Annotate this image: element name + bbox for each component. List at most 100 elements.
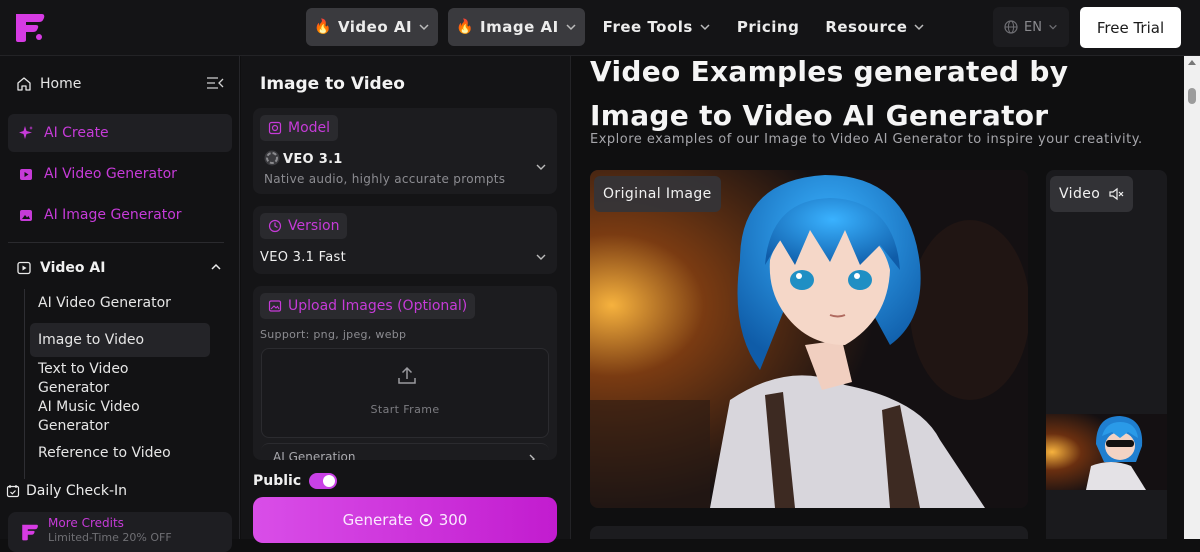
- logo-icon[interactable]: [12, 10, 48, 44]
- image-icon: [20, 210, 32, 221]
- generate-button[interactable]: Generate 300: [253, 497, 557, 543]
- chevron-down-icon: [536, 254, 546, 260]
- daily-check-in-label: Daily Check-In: [26, 483, 127, 499]
- model-value: VEO 3.1: [283, 152, 343, 167]
- sidebar-tree-line: [24, 289, 25, 479]
- chevron-down-icon: [419, 24, 429, 31]
- logo-icon: [22, 524, 38, 541]
- promo-subtitle: Limited-Time 20% OFF: [48, 531, 172, 544]
- video-badge: Video: [1050, 176, 1134, 212]
- model-chip-label: Model: [288, 120, 331, 136]
- original-image-card[interactable]: Original Image: [590, 170, 1028, 508]
- video-label: Video: [1059, 186, 1101, 202]
- chevron-up-icon: [211, 263, 221, 270]
- version-value: VEO 3.1 Fast: [260, 250, 346, 265]
- generate-cost: 300: [438, 511, 468, 529]
- calendar-check-icon: [6, 485, 20, 498]
- next-example-card[interactable]: [590, 526, 1028, 539]
- sidebar-item-label: AI Create: [44, 125, 109, 141]
- main-content: Video Examples generated by Image to Vid…: [572, 56, 1184, 539]
- sidebar-group-video-ai[interactable]: Video AI: [16, 257, 226, 279]
- version-chip: Version: [260, 213, 348, 239]
- start-frame-label: Start Frame: [370, 403, 440, 416]
- version-select[interactable]: Version VEO 3.1 Fast: [253, 206, 557, 274]
- globe-icon: [1004, 20, 1018, 34]
- public-label: Public: [253, 473, 302, 489]
- version-chip-label: Version: [288, 218, 340, 234]
- model-icon: [268, 121, 282, 135]
- sidebar-item-label: AI Image Generator: [44, 207, 182, 223]
- language-label: EN: [1024, 19, 1042, 35]
- generate-label: Generate: [342, 511, 413, 529]
- chevron-down-icon: [536, 164, 546, 170]
- sidebar-item-label: AI Video Generator: [44, 166, 177, 182]
- sidebar-item-ai-image-generator[interactable]: AI Image Generator: [8, 196, 232, 234]
- sidebar-subitem-ai-music-video[interactable]: AI Music Video Generator: [30, 398, 160, 436]
- nav-pricing[interactable]: Pricing: [729, 8, 807, 46]
- sidebar-subitem-image-to-video[interactable]: Image to Video: [30, 323, 210, 357]
- nav-resource[interactable]: Resource: [817, 8, 933, 46]
- nav-video-ai-label: Video AI: [337, 18, 413, 36]
- original-image-label: Original Image: [603, 186, 712, 202]
- panel-title: Image to Video: [260, 74, 405, 94]
- mute-icon[interactable]: [1108, 186, 1124, 202]
- fire-icon: 🔥: [456, 19, 474, 35]
- chevron-down-icon: [566, 24, 576, 31]
- nav-image-ai[interactable]: 🔥 Image AI: [448, 8, 585, 46]
- nav-free-tools[interactable]: Free Tools: [595, 8, 719, 46]
- language-select[interactable]: EN: [993, 7, 1069, 47]
- page-description: Explore examples of our Image to Video A…: [590, 132, 1143, 147]
- chevron-down-icon: [1049, 24, 1057, 30]
- sparkle-icon: [19, 126, 33, 139]
- fire-icon: 🔥: [314, 19, 332, 35]
- nav-video-ai[interactable]: 🔥 Video AI: [306, 8, 439, 46]
- upload-chip: Upload Images (Optional): [260, 293, 476, 319]
- ai-generation-row[interactable]: AI Generation: [261, 443, 549, 460]
- top-navigation-bar: 🔥 Video AI 🔥 Image AI Free Tools Pricing…: [0, 0, 1200, 56]
- video-thumbnail: [1046, 414, 1167, 490]
- credits-promo-banner[interactable]: More Credits Limited-Time 20% OFF: [8, 512, 232, 552]
- version-icon: [268, 219, 282, 233]
- chevron-right-icon: [529, 454, 535, 460]
- image-upload-icon: [268, 300, 282, 312]
- page-scrollbar[interactable]: [1184, 56, 1200, 539]
- sidebar-item-ai-video-generator[interactable]: AI Video Generator: [8, 155, 232, 193]
- public-toggle[interactable]: [309, 473, 338, 489]
- upload-chip-label: Upload Images (Optional): [288, 298, 468, 314]
- nav-image-ai-label: Image AI: [480, 18, 559, 36]
- sidebar-subitem-text-to-video[interactable]: Text to Video Generator: [30, 360, 150, 398]
- sidebar-divider: [8, 242, 224, 243]
- ai-generation-label: AI Generation: [273, 450, 356, 460]
- sidebar-group-label: Video AI: [40, 260, 106, 276]
- sidebar-subitem-ai-video-generator[interactable]: AI Video Generator: [30, 294, 210, 313]
- veo-model-logo-icon: [264, 150, 280, 166]
- nav-free-tools-label: Free Tools: [602, 18, 693, 36]
- model-select[interactable]: Model VEO 3.1 Native audio, highly accur…: [253, 108, 557, 194]
- home-icon: [17, 77, 31, 91]
- model-note: Native audio, highly accurate prompts: [264, 172, 506, 186]
- promo-title: More Credits: [48, 516, 124, 530]
- free-trial-button[interactable]: Free Trial: [1080, 7, 1181, 48]
- credit-coin-icon: [419, 513, 432, 527]
- upload-images-card: Upload Images (Optional) Support: png, j…: [253, 286, 557, 460]
- scrollbar-thumb[interactable]: [1188, 88, 1196, 104]
- sidebar-item-ai-create[interactable]: AI Create: [8, 114, 232, 152]
- sidebar-item-home[interactable]: Home: [16, 72, 226, 96]
- left-sidebar: Home AI Create AI Video Generator AI Ima…: [0, 56, 240, 552]
- start-frame-dropzone[interactable]: Start Frame: [261, 348, 549, 438]
- page-heading: Video Examples generated by Image to Vid…: [590, 56, 1069, 132]
- collapse-sidebar-icon[interactable]: [206, 75, 224, 91]
- video-example-card[interactable]: Video: [1046, 170, 1167, 539]
- scroll-up-arrow-icon[interactable]: [1188, 60, 1196, 65]
- generator-panel: Image to Video Model VEO 3.1 Native audi…: [241, 56, 571, 543]
- original-image-badge: Original Image: [594, 176, 721, 212]
- anime-girl-image: [590, 170, 1028, 508]
- main-nav: 🔥 Video AI 🔥 Image AI Free Tools Pricing…: [306, 8, 933, 46]
- daily-check-in[interactable]: Daily Check-In: [6, 483, 127, 499]
- model-chip: Model: [260, 115, 339, 141]
- video-ai-icon: [17, 261, 31, 275]
- upload-support-text: Support: png, jpeg, webp: [260, 328, 407, 341]
- upload-icon: [398, 366, 416, 384]
- sidebar-subitem-reference-to-video[interactable]: Reference to Video: [30, 444, 210, 463]
- sidebar-home-label: Home: [40, 76, 82, 92]
